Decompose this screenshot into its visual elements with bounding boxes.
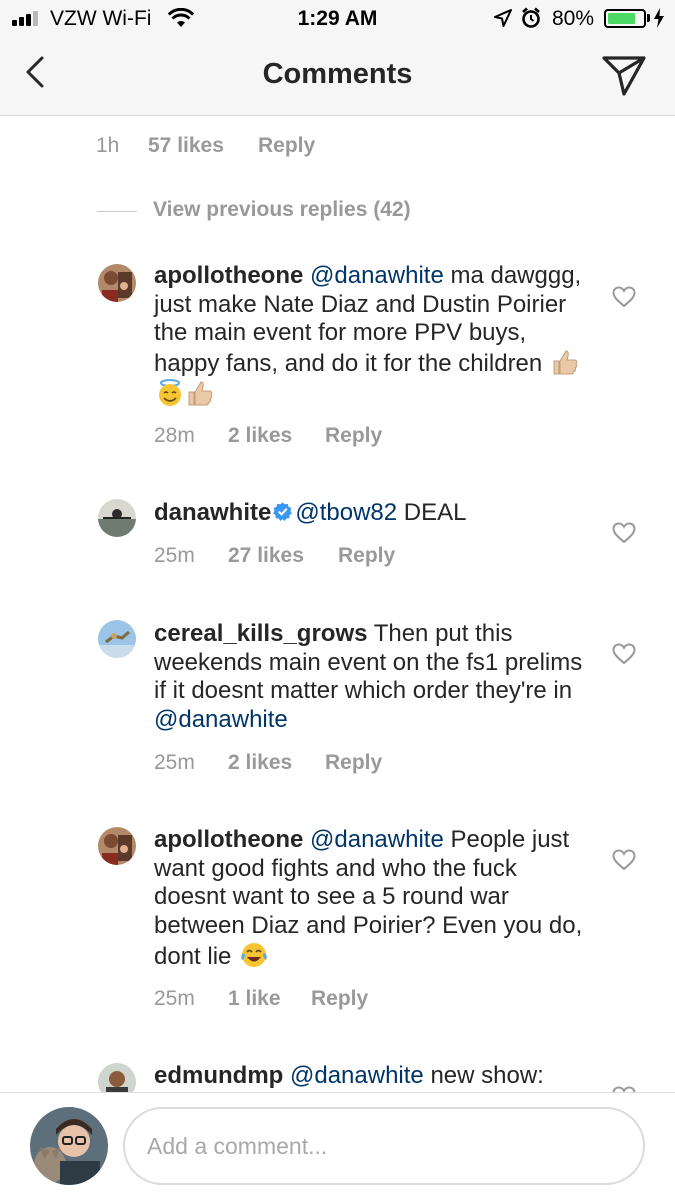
- likes-link[interactable]: 57 likes: [148, 134, 224, 158]
- reply-button[interactable]: Reply: [325, 751, 382, 775]
- mention-link[interactable]: @danawhite: [154, 706, 288, 733]
- heart-icon[interactable]: [612, 286, 636, 308]
- comment-meta: 28m 2 likes Reply: [154, 424, 454, 450]
- verified-badge-icon: [273, 502, 293, 521]
- thumbs-up-emoji: [188, 381, 213, 406]
- comment-time: 25m: [154, 987, 195, 1010]
- face-with-tears-of-joy-emoji: [241, 942, 267, 967]
- mention-link[interactable]: @danawhite: [310, 262, 444, 289]
- alarm-icon: [522, 7, 540, 28]
- comment-text: apollotheone @danawhite ma dawggg, just …: [154, 262, 584, 410]
- likes-link[interactable]: 27 likes: [228, 544, 304, 568]
- comment-meta: 25m 1 like Reply: [154, 987, 454, 1013]
- charging-icon: [654, 8, 664, 28]
- avatar[interactable]: [98, 499, 136, 537]
- battery-percent: 80%: [552, 7, 595, 30]
- location-icon: [494, 9, 512, 27]
- current-user-avatar: [30, 1107, 108, 1185]
- comment-username[interactable]: apollotheone: [154, 262, 303, 289]
- battery-level: [608, 13, 635, 24]
- comment-username[interactable]: cereal_kills_grows: [154, 620, 367, 647]
- avatar[interactable]: [98, 264, 136, 302]
- page-title: Comments: [262, 58, 413, 90]
- direct-send-icon[interactable]: [600, 53, 648, 99]
- divider: [97, 211, 137, 212]
- status-bar: VZW Wi-Fi 1:29 AM 80%: [0, 0, 675, 40]
- likes-link[interactable]: 2 likes: [228, 424, 292, 448]
- comment-composer: [0, 1092, 675, 1200]
- mention-link[interactable]: @tbow82: [295, 499, 397, 526]
- view-previous-replies-label: View previous replies (42): [153, 198, 411, 221]
- comment-body: new show:: [423, 1062, 544, 1089]
- battery-icon: [604, 9, 646, 28]
- comment-text: cereal_kills_grows Then put this weekend…: [154, 620, 584, 735]
- heart-icon[interactable]: [612, 522, 636, 544]
- comment-time: 28m: [154, 424, 195, 447]
- comment-meta: 25m 27 likes Reply: [154, 544, 454, 570]
- comment-time: 25m: [154, 544, 195, 567]
- avatar[interactable]: [98, 620, 136, 658]
- heart-icon[interactable]: [612, 849, 636, 871]
- reply-button[interactable]: Reply: [325, 424, 382, 448]
- mention-link[interactable]: @danawhite: [290, 1062, 424, 1089]
- likes-link[interactable]: 2 likes: [228, 751, 292, 775]
- comment-time: 25m: [154, 751, 195, 774]
- comment-meta: 25m 2 likes Reply: [154, 751, 454, 777]
- avatar[interactable]: [98, 827, 136, 865]
- comment-username[interactable]: danawhite: [154, 499, 271, 526]
- comment-body: DEAL: [397, 499, 467, 526]
- comment-username[interactable]: apollotheone: [154, 826, 303, 853]
- reply-button[interactable]: Reply: [258, 134, 315, 158]
- reply-button[interactable]: Reply: [338, 544, 395, 568]
- comment-time: 1h: [96, 134, 120, 157]
- navigation-bar: Comments: [0, 40, 675, 116]
- comment-text: apollotheone @danawhite People just want…: [154, 826, 584, 972]
- comment-input[interactable]: [123, 1107, 645, 1185]
- battery-tip: [647, 14, 650, 22]
- comment-meta: 1h 57 likes Reply: [96, 134, 396, 160]
- likes-link[interactable]: 1 like: [228, 987, 281, 1011]
- mention-link[interactable]: @danawhite: [310, 826, 444, 853]
- comment-text: edmundmp @danawhite new show:: [154, 1062, 584, 1091]
- smiling-face-with-halo-emoji: [159, 378, 181, 406]
- reply-button[interactable]: Reply: [311, 987, 368, 1011]
- comment-text: danawhite @tbow82 DEAL: [154, 499, 584, 528]
- heart-icon[interactable]: [612, 643, 636, 665]
- thumbs-up-emoji: [553, 350, 578, 375]
- comment-username[interactable]: edmundmp: [154, 1062, 283, 1089]
